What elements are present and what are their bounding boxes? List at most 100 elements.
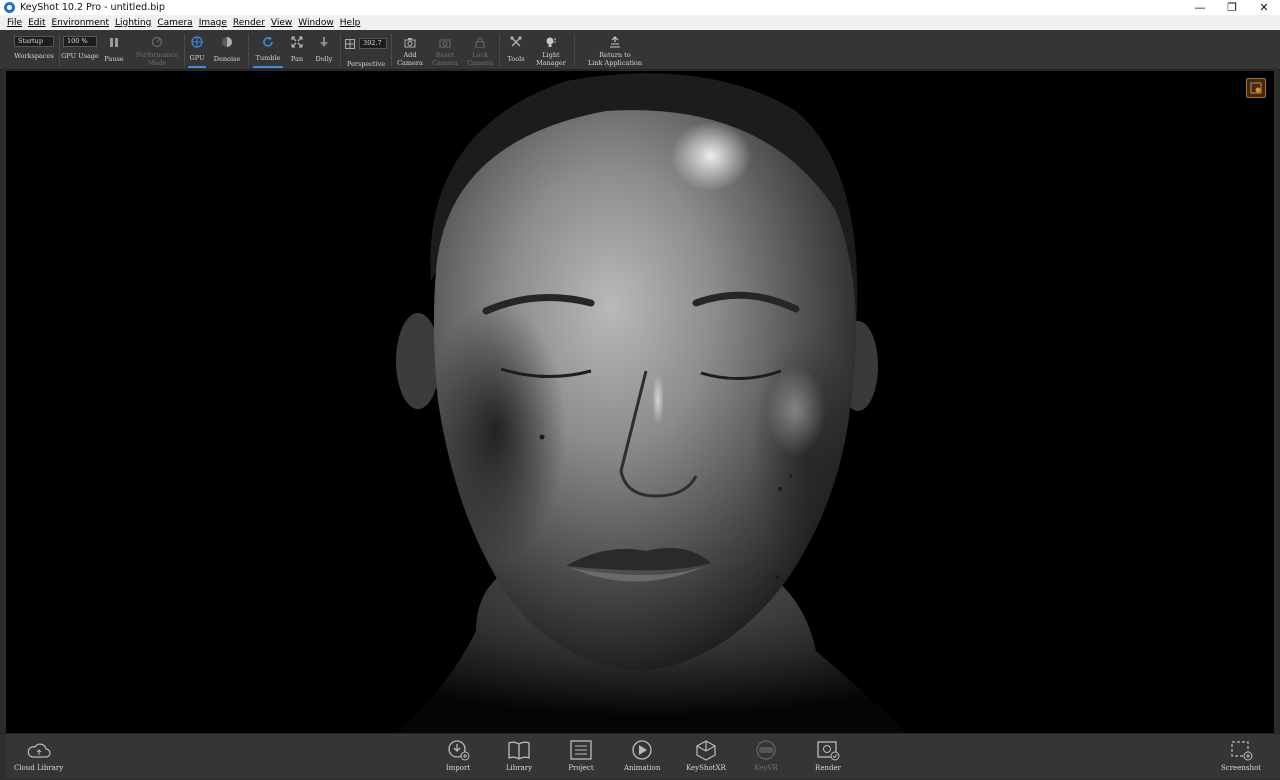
perspective-input[interactable]: 392.7	[359, 38, 387, 49]
cloud-library-label: Cloud Library	[14, 764, 64, 772]
toolbar-divider	[340, 34, 341, 66]
performance-mode-label-2: Mode	[147, 59, 167, 67]
denoise-toggle[interactable]: Denoise	[210, 30, 244, 70]
toolbar-divider	[59, 34, 60, 66]
performance-mode-button[interactable]: Performance Mode	[130, 30, 184, 70]
workspaces-control[interactable]: Startup Workspaces	[10, 30, 58, 70]
window-title: KeyShot 10.2 Pro - untitled.bip	[20, 2, 165, 13]
return-link-label: Return to	[599, 51, 631, 59]
add-camera-icon	[404, 33, 416, 51]
render-icon	[814, 737, 842, 763]
lock-camera-button[interactable]: Lock Camera	[465, 30, 495, 70]
pan-icon	[291, 33, 303, 51]
reset-camera-icon	[439, 33, 451, 51]
pause-label: Pause	[104, 55, 124, 63]
render-image	[6, 71, 1274, 733]
import-button[interactable]: Import	[444, 737, 472, 772]
render-button[interactable]: Render	[814, 737, 842, 772]
keyvr-label: KeyVR	[754, 764, 778, 772]
import-label: Import	[445, 764, 471, 772]
menu-image[interactable]: Image	[199, 18, 227, 28]
pan-button[interactable]: Pan	[287, 30, 307, 70]
ribbon-toolbar: Startup Workspaces 100 % GPU Usage Pause…	[0, 30, 1280, 70]
gpu-usage-label: GPU Usage	[61, 52, 99, 60]
screenshot-button[interactable]: Screenshot	[1221, 737, 1261, 772]
reset-camera-label: Reset	[435, 51, 455, 59]
menu-window[interactable]: Window	[298, 18, 334, 28]
menu-render[interactable]: Render	[233, 18, 265, 28]
gpu-icon	[191, 33, 203, 51]
menu-lighting[interactable]: Lighting	[115, 18, 151, 28]
render-status-icon	[1250, 79, 1262, 98]
light-manager-button[interactable]: Light Manager	[533, 30, 569, 70]
animation-button[interactable]: Animation	[624, 737, 660, 772]
minimize-button[interactable]: —	[1184, 0, 1216, 15]
perspective-control[interactable]: 392.7 Perspective	[342, 30, 390, 70]
tumble-button[interactable]: Tumble	[251, 30, 285, 70]
keyshotxr-label: KeyShotXR	[686, 764, 726, 772]
keyvr-icon	[752, 737, 780, 763]
menu-environment[interactable]: Environment	[52, 18, 109, 28]
return-link-icon	[609, 33, 621, 51]
maximize-button[interactable]: ❐	[1216, 0, 1248, 15]
keyshotxr-icon	[692, 737, 720, 763]
dolly-button[interactable]: Dolly	[310, 30, 338, 70]
reset-camera-button[interactable]: Reset Camera	[430, 30, 460, 70]
add-camera-button[interactable]: Add Camera	[395, 30, 425, 70]
screenshot-label: Screenshot	[1221, 764, 1261, 772]
toolbar-divider	[574, 34, 575, 66]
gpu-usage-control[interactable]: 100 % GPU Usage	[61, 30, 99, 70]
library-label: Library	[505, 764, 533, 772]
denoise-icon	[221, 33, 233, 51]
menu-help[interactable]: Help	[340, 18, 361, 28]
animation-icon	[628, 737, 656, 763]
menu-edit[interactable]: Edit	[28, 18, 45, 28]
pan-label: Pan	[290, 55, 304, 63]
return-to-link-button[interactable]: Return to Link Application	[578, 30, 652, 70]
library-button[interactable]: Library	[505, 737, 533, 772]
gpu-label: GPU	[189, 54, 205, 62]
pause-button[interactable]: Pause	[101, 30, 127, 70]
window-controls: — ❐ ✕	[1184, 0, 1280, 15]
keyshotxr-button[interactable]: KeyShotXR	[686, 737, 726, 772]
tools-icon	[510, 33, 522, 51]
pause-icon	[109, 33, 119, 51]
light-manager-icon	[545, 33, 557, 51]
return-link-label-2: Link Application	[587, 59, 643, 67]
tools-button[interactable]: Tools	[503, 30, 529, 70]
left-edge	[0, 734, 6, 780]
project-label: Project	[568, 764, 594, 772]
library-icon	[505, 737, 533, 763]
import-icon	[444, 737, 472, 763]
light-manager-label: Light	[542, 51, 560, 59]
toolbar-divider	[499, 34, 500, 66]
project-button[interactable]: Project	[567, 737, 595, 772]
performance-mode-icon	[151, 33, 163, 51]
toolbar-divider	[391, 34, 392, 66]
toolbar-divider	[248, 34, 249, 66]
cloud-library-icon	[25, 737, 53, 763]
render-status-button[interactable]	[1246, 78, 1266, 98]
keyshot-logo-icon	[4, 2, 15, 13]
animation-label: Animation	[624, 764, 661, 772]
menu-view[interactable]: View	[271, 18, 292, 28]
lock-camera-label-2: Camera	[467, 59, 493, 67]
gpu-usage-input[interactable]: 100 %	[63, 36, 97, 47]
gpu-toggle[interactable]: GPU	[186, 30, 208, 70]
dolly-label: Dolly	[315, 55, 333, 63]
cloud-library-button[interactable]: Cloud Library	[14, 737, 63, 772]
denoise-label: Denoise	[213, 55, 241, 63]
menu-file[interactable]: File	[7, 18, 22, 28]
workspaces-select[interactable]: Startup	[14, 36, 54, 47]
render-viewport[interactable]	[6, 71, 1274, 733]
light-manager-label-2: Manager	[536, 59, 566, 67]
project-icon	[567, 737, 595, 763]
keyvr-button[interactable]: KeyVR	[752, 737, 780, 772]
title-bar: KeyShot 10.2 Pro - untitled.bip — ❐ ✕	[0, 0, 1280, 15]
close-button[interactable]: ✕	[1248, 0, 1280, 15]
lock-camera-label: Lock	[472, 51, 488, 59]
add-camera-label: Add	[403, 51, 417, 59]
dolly-icon	[318, 33, 330, 51]
menu-bar: File Edit Environment Lighting Camera Im…	[0, 15, 1280, 30]
menu-camera[interactable]: Camera	[157, 18, 192, 28]
